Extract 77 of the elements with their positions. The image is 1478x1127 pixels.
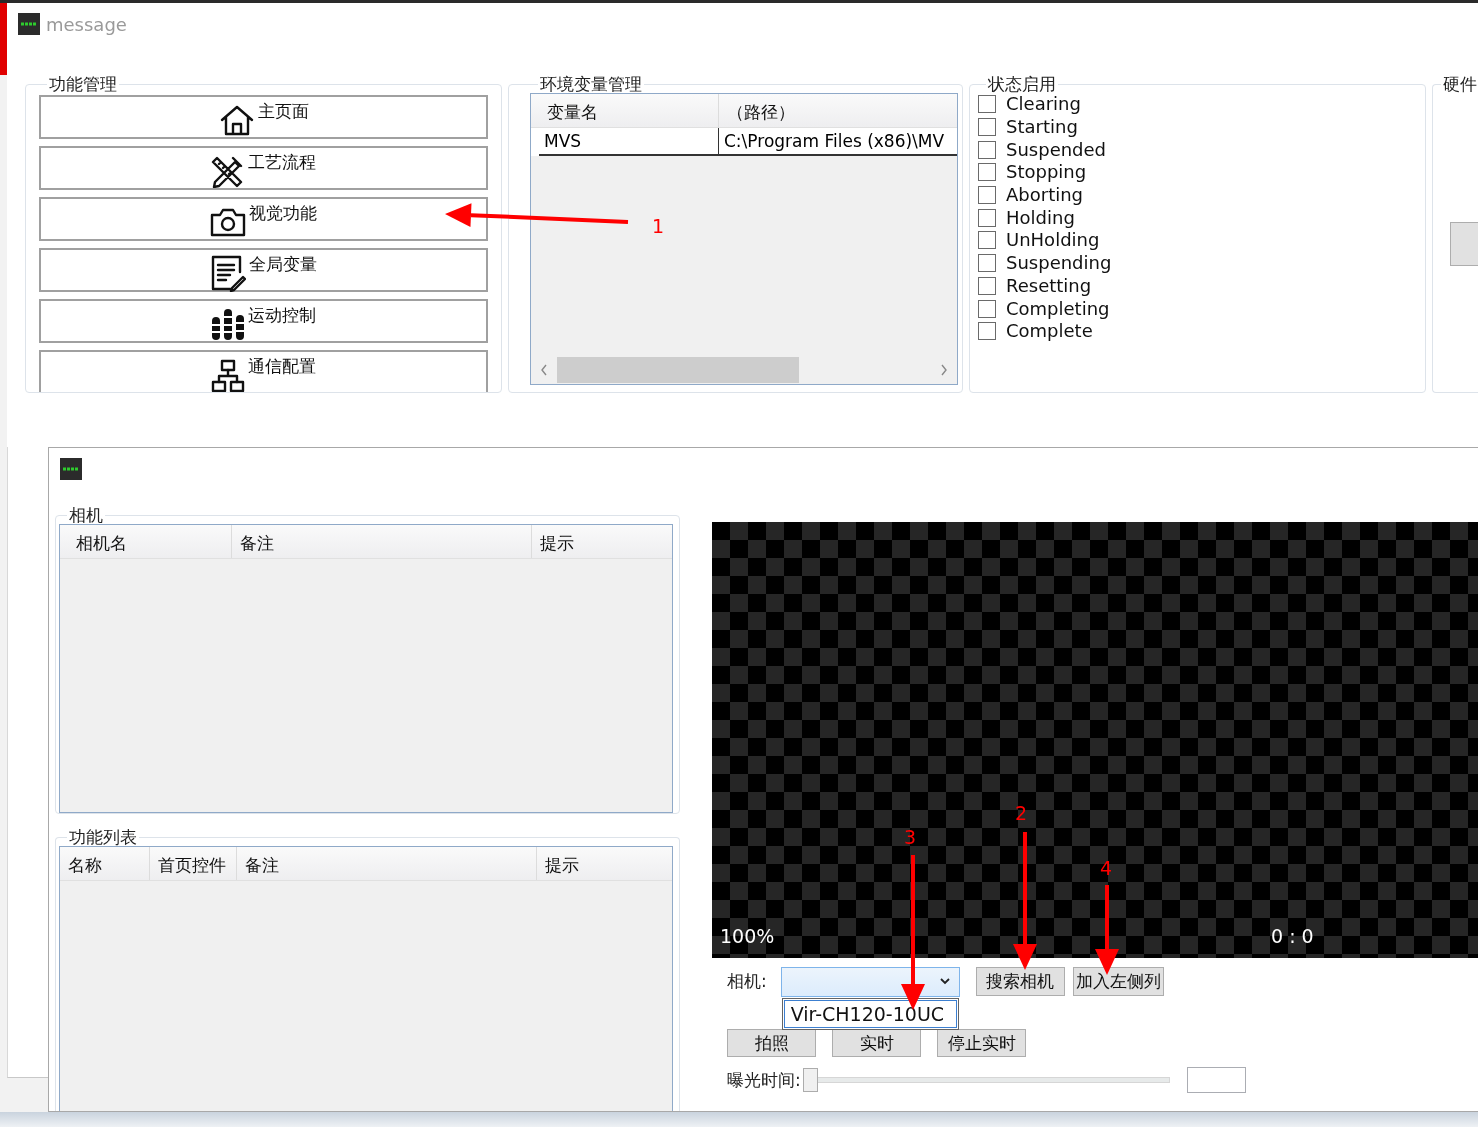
network-icon: [211, 359, 245, 392]
camera-dropdown[interactable]: [780, 966, 960, 997]
checkbox[interactable]: [978, 299, 996, 318]
checkbox-label: Aborting: [1006, 185, 1084, 206]
checkbox[interactable]: [978, 254, 996, 273]
annotation-number: 3: [904, 826, 917, 848]
pencil-ruler-icon: [211, 154, 245, 188]
scroll-left-icon[interactable]: [540, 364, 548, 376]
window-edge: [0, 3, 7, 75]
checkbox-label: Stopping: [1006, 162, 1087, 183]
checkbox-label: UnHolding: [1006, 230, 1100, 251]
checkbox-label: Completing: [1006, 298, 1110, 319]
zoom-level: 100%: [720, 925, 775, 947]
exposure-field[interactable]: [1186, 1067, 1246, 1093]
group-title: 环境变量管理: [539, 75, 643, 93]
nav-button[interactable]: 工艺流程: [39, 146, 488, 190]
scroll-right-icon[interactable]: [940, 364, 948, 376]
exposure-slider[interactable]: [802, 1068, 1170, 1092]
exposure-label: 曝光时间:: [727, 1068, 801, 1092]
column-header[interactable]: 首页控件: [150, 847, 237, 880]
nav-button[interactable]: 通信配置: [39, 350, 488, 392]
window-title: message: [46, 13, 127, 35]
app-logo-icon: [18, 13, 40, 35]
bar-meter-icon: [211, 307, 245, 341]
group-title: 硬件: [1442, 75, 1478, 93]
checkbox-label: Resetting: [1006, 275, 1092, 296]
checkbox-label: Suspending: [1006, 253, 1112, 274]
column-header[interactable]: （路径）: [719, 94, 957, 127]
column-header[interactable]: 备注: [232, 525, 532, 558]
camera-label: 相机:: [727, 970, 767, 993]
checkbox[interactable]: [978, 276, 996, 295]
action-button[interactable]: 加入左侧列: [1072, 967, 1164, 996]
annotation-number: 4: [1100, 857, 1113, 879]
action-button[interactable]: 拍照: [727, 1029, 816, 1057]
pixel-coordinates: 0 : 0: [1271, 925, 1314, 947]
checkbox[interactable]: [978, 140, 996, 159]
annotation-number: 2: [1015, 802, 1028, 824]
checkbox[interactable]: [978, 95, 996, 114]
nav-button[interactable]: 视觉功能: [39, 197, 488, 241]
checkbox[interactable]: [978, 231, 996, 250]
slider-thumb[interactable]: [802, 1068, 818, 1092]
group-title: 状态启用: [987, 75, 1057, 93]
action-button[interactable]: 实时: [832, 1029, 921, 1057]
group-title: 功能列表: [68, 828, 138, 846]
checkbox-label: Starting: [1006, 117, 1078, 138]
column-header[interactable]: 名称: [60, 847, 150, 880]
app-logo-icon: [60, 458, 82, 480]
document-edit-icon: [210, 254, 246, 292]
checkbox[interactable]: [978, 118, 996, 137]
checkbox[interactable]: [978, 322, 996, 341]
column-header[interactable]: 相机名: [68, 525, 232, 558]
home-icon: [218, 103, 255, 137]
column-header[interactable]: 提示: [532, 525, 672, 558]
table-cell: MVS: [539, 128, 719, 156]
scrollbar-thumb[interactable]: [557, 357, 799, 383]
action-button[interactable]: 搜索相机: [975, 967, 1065, 996]
column-header[interactable]: 提示: [537, 847, 672, 880]
column-header[interactable]: 变量名: [539, 94, 719, 127]
annotation-number: 1: [652, 215, 665, 237]
checkbox[interactable]: [978, 208, 996, 227]
action-button[interactable]: 停止实时: [937, 1029, 1026, 1057]
column-header[interactable]: 备注: [237, 847, 537, 880]
checkbox[interactable]: [978, 163, 996, 182]
group-title: 相机: [68, 506, 104, 524]
chevron-down-icon: [939, 978, 950, 985]
checkbox-label: Complete: [1006, 321, 1093, 342]
table-cell: C:\Program Files (x86)\MV: [719, 128, 957, 156]
checkbox-label: Suspended: [1006, 139, 1107, 160]
camera-icon: [210, 207, 246, 237]
nav-button[interactable]: 运动控制: [39, 299, 488, 343]
dropdown-option[interactable]: Vir-CH120-10UC: [783, 999, 957, 1028]
nav-button[interactable]: 主页面: [39, 95, 488, 139]
group-title: 功能管理: [48, 76, 118, 93]
checkbox[interactable]: [978, 186, 996, 205]
checkbox-label: Clearing: [1006, 94, 1081, 115]
nav-button[interactable]: 全局变量: [39, 248, 488, 292]
checkbox-label: Holding: [1006, 207, 1075, 228]
